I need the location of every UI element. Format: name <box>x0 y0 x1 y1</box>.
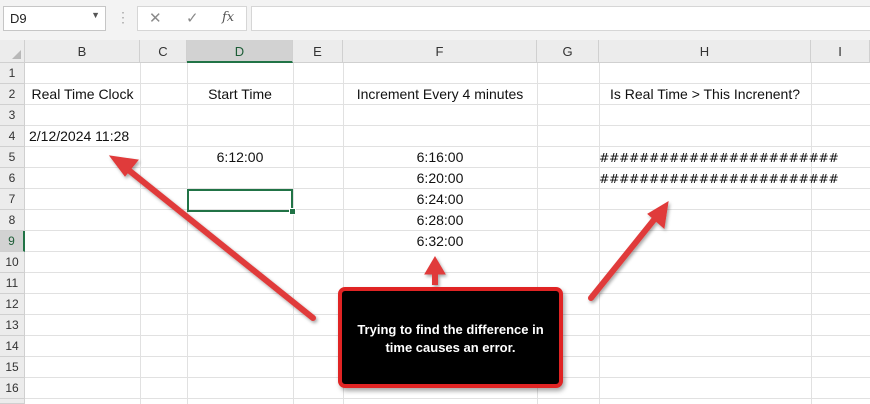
row-header-17[interactable] <box>0 399 25 404</box>
row-header-7[interactable]: 7 <box>0 189 25 210</box>
formula-buttons: ✕ ✓ fx <box>137 6 247 31</box>
row-header-6[interactable]: 6 <box>0 168 25 189</box>
row-header-9[interactable]: 9 <box>0 231 25 252</box>
gridline <box>25 272 870 273</box>
cell-f6[interactable]: 6:20:00 <box>343 168 537 189</box>
cell-b4[interactable]: 2/12/2024 11:28 <box>29 126 129 147</box>
row-header-2[interactable]: 2 <box>0 84 25 105</box>
gridline <box>25 125 870 126</box>
cell-f7[interactable]: 6:24:00 <box>343 189 537 210</box>
enter-icon[interactable]: ✓ <box>186 9 199 27</box>
column-header-e[interactable]: E <box>293 40 343 63</box>
column-header-f[interactable]: F <box>343 40 537 63</box>
row-header-5[interactable]: 5 <box>0 147 25 168</box>
cell-f2[interactable]: Increment Every 4 minutes <box>343 84 537 105</box>
row-header-13[interactable]: 13 <box>0 315 25 336</box>
row-header-14[interactable]: 14 <box>0 336 25 357</box>
cell-f5[interactable]: 6:16:00 <box>343 147 537 168</box>
cell-f8[interactable]: 6:28:00 <box>343 210 537 231</box>
cell-h2[interactable]: Is Real Time > This Increnent? <box>599 84 811 105</box>
name-box-value: D9 <box>10 11 27 26</box>
error-callout: Trying to find the difference in time ca… <box>338 287 563 388</box>
row-header-15[interactable]: 15 <box>0 357 25 378</box>
gridline <box>293 63 294 404</box>
column-header-g[interactable]: G <box>537 40 599 63</box>
row-header-12[interactable]: 12 <box>0 294 25 315</box>
cancel-icon[interactable]: ✕ <box>149 9 162 27</box>
row-header-1[interactable]: 1 <box>0 63 25 84</box>
gridline <box>25 398 870 399</box>
column-header-i[interactable]: I <box>811 40 870 63</box>
cell-h5[interactable]: ######################## <box>599 147 839 168</box>
row-header-16[interactable]: 16 <box>0 378 25 399</box>
fx-icon[interactable]: fx <box>222 10 234 25</box>
column-header-d[interactable]: D <box>187 40 293 63</box>
fill-handle[interactable] <box>289 208 296 215</box>
formula-input[interactable] <box>251 6 870 31</box>
row-header-3[interactable]: 3 <box>0 105 25 126</box>
cell-d5[interactable]: 6:12:00 <box>187 147 293 168</box>
row-header-4[interactable]: 4 <box>0 126 25 147</box>
gridline <box>811 63 812 404</box>
column-header-h[interactable]: H <box>599 40 811 63</box>
callout-text: Trying to find the difference in time ca… <box>357 322 544 355</box>
cell-h6[interactable]: ######################## <box>599 168 839 189</box>
formula-bar: D9 ▼ ⋮ ✕ ✓ fx <box>0 0 870 41</box>
row-header-11[interactable]: 11 <box>0 273 25 294</box>
cell-d2[interactable]: Start Time <box>187 84 293 105</box>
cell-b2[interactable]: Real Time Clock <box>25 84 140 105</box>
row-header-8[interactable]: 8 <box>0 210 25 231</box>
gridline <box>187 63 188 404</box>
dropdown-icon[interactable]: ▼ <box>91 10 100 20</box>
cell-f9[interactable]: 6:32:00 <box>343 231 537 252</box>
separator-icon: ⋮ <box>116 9 130 25</box>
select-all-icon[interactable] <box>0 40 25 63</box>
column-header-c[interactable]: C <box>140 40 187 63</box>
gridline <box>599 63 600 404</box>
row-header-10[interactable]: 10 <box>0 252 25 273</box>
gridline <box>140 63 141 404</box>
column-header-b[interactable]: B <box>25 40 140 63</box>
active-cell-d9[interactable] <box>187 189 293 212</box>
name-box[interactable]: D9 ▼ <box>3 6 106 31</box>
